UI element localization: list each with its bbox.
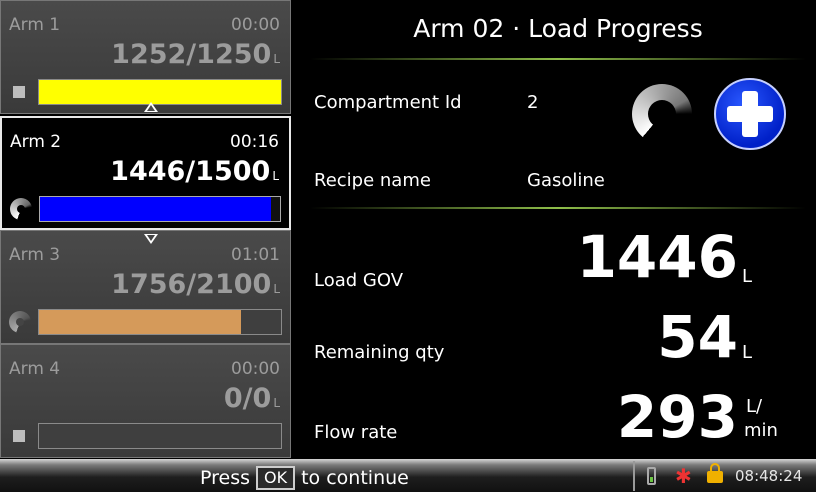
selector-down-icon [144, 234, 158, 244]
arm-quantity: 0/0 L [223, 383, 280, 414]
arm-time: 00:16 [230, 132, 279, 152]
stop-icon [13, 430, 25, 442]
arm-name: Arm 2 [10, 132, 62, 152]
progress-bar [39, 196, 281, 222]
ok-button[interactable]: OK [256, 466, 296, 490]
arm-unit: L [273, 282, 280, 296]
flow-rate-value: 293 [616, 383, 738, 451]
progress-bar-fill [40, 197, 272, 221]
selector-up-icon [144, 102, 158, 112]
continue-prompt: Press OK to continue [200, 466, 409, 490]
system-tray: ✱ 08:48:24 [633, 461, 816, 491]
arm-time: 01:01 [231, 245, 280, 265]
arm-quantity: 1252/1250 L [111, 39, 280, 70]
recipe-label: Recipe name [314, 170, 431, 191]
progress-bar [38, 423, 282, 449]
arm-unit: L [273, 52, 280, 66]
network-icon: ✱ [675, 464, 692, 488]
lock-icon [707, 463, 723, 483]
remaining-unit: L [742, 342, 753, 363]
recipe-value: Gasoline [527, 170, 605, 191]
compartment-label: Compartment Id [314, 92, 462, 113]
loading-spinner-icon [632, 84, 692, 144]
progress-bar [38, 309, 282, 335]
continue-text: to continue [301, 467, 409, 489]
progress-bar-fill [39, 80, 281, 104]
progress-bar-fill [39, 310, 242, 334]
progress-bar [38, 79, 282, 105]
divider [310, 207, 806, 209]
arm-panel-1[interactable]: Arm 1 00:00 1252/1250 L [0, 0, 291, 114]
compartment-value: 2 [527, 92, 539, 113]
arm-quantity: 1446/1500 L [110, 156, 279, 187]
spinner-icon [9, 311, 31, 333]
remaining-label: Remaining qty [314, 342, 445, 363]
arm-name: Arm 1 [9, 15, 61, 35]
arm-panel-2[interactable]: Arm 2 00:16 1446/1500 L [0, 116, 291, 230]
arm-time: 00:00 [231, 359, 280, 379]
press-text: Press [200, 467, 251, 489]
battery-icon [647, 467, 656, 485]
load-gov-unit: L [742, 266, 753, 287]
load-gov-value: 1446 [576, 223, 738, 291]
flow-rate-unit-top: L/ [746, 396, 763, 417]
flow-rate-unit-bottom: min [744, 420, 778, 441]
arm-name: Arm 3 [9, 245, 61, 265]
spinner-icon [10, 198, 32, 220]
arm-panel-3[interactable]: Arm 3 01:01 1756/2100 L [0, 230, 291, 344]
arm-quantity: 1756/2100 L [111, 269, 280, 300]
plus-icon-bar [727, 106, 773, 122]
divider [310, 58, 806, 60]
remaining-value: 54 [657, 303, 738, 371]
arm-unit: L [272, 169, 279, 183]
arm-panel-4[interactable]: Arm 4 00:00 0/0 L [0, 344, 291, 458]
status-bar: Press OK to continue ✱ 08:48:24 [0, 459, 816, 492]
add-button[interactable] [714, 78, 786, 150]
arm-time: 00:00 [231, 15, 280, 35]
flow-rate-label: Flow rate [314, 422, 398, 443]
arm-unit: L [273, 396, 280, 410]
arm-name: Arm 4 [9, 359, 61, 379]
clock: 08:48:24 [735, 467, 803, 485]
page-title: Arm 02 · Load Progress [413, 14, 703, 43]
stop-icon [13, 86, 25, 98]
load-gov-label: Load GOV [314, 270, 404, 291]
